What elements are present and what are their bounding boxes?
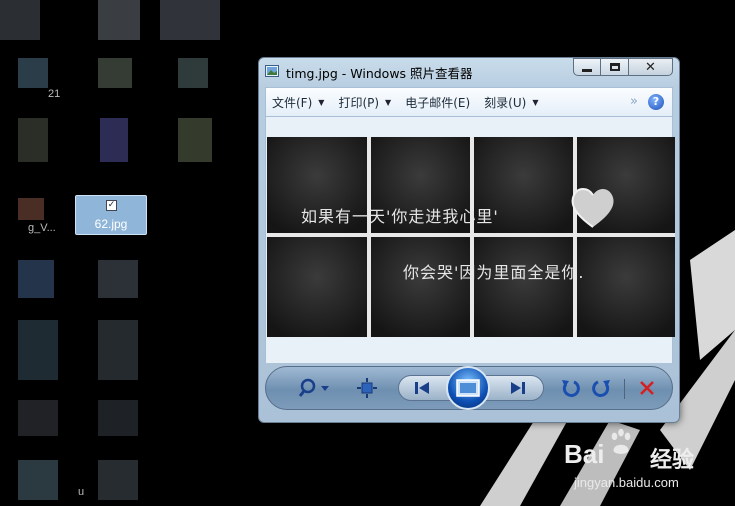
- watermark: Bai 经验 jingyan.baidu.com: [560, 425, 735, 506]
- rotate-right-button[interactable]: [588, 367, 616, 409]
- minimize-button[interactable]: [573, 58, 601, 76]
- more-menu-icon[interactable]: »: [630, 94, 638, 109]
- close-icon: ✕: [645, 59, 656, 75]
- displayed-photo: 如果有一天'你走进我心里' 你会哭'因为里面全是你.: [267, 137, 675, 337]
- desktop-icon-blur[interactable]: [18, 460, 58, 500]
- desktop-file-62-jpg[interactable]: ✓ 62.jpg: [75, 195, 147, 235]
- help-button[interactable]: ?: [648, 94, 664, 110]
- fit-window-icon: [357, 378, 377, 398]
- desktop-icon-blur[interactable]: [18, 198, 44, 220]
- menu-burn[interactable]: 刻录(U) ▼: [484, 94, 538, 111]
- zoom-button[interactable]: [294, 367, 334, 409]
- desktop-icon-blur[interactable]: [160, 0, 220, 40]
- desktop-icon-blur[interactable]: [98, 58, 132, 88]
- desktop-icon-blur[interactable]: [100, 118, 128, 162]
- caption-buttons: ✕: [573, 58, 673, 77]
- baidu-paw-icon: [611, 428, 631, 454]
- fit-window-button[interactable]: [350, 367, 384, 409]
- chevron-down-icon: ▼: [532, 97, 539, 107]
- menu-file[interactable]: 文件(F) ▼: [272, 94, 324, 111]
- heart-icon: [571, 188, 614, 228]
- rotate-right-icon: [592, 380, 610, 397]
- desktop-icon-blur[interactable]: [18, 260, 54, 298]
- photo-viewer-window[interactable]: timg.jpg - Windows 照片查看器 ✕ 文件(F) ▼ 打印(P) ▼…: [258, 57, 680, 423]
- slideshow-button[interactable]: [446, 366, 490, 410]
- image-viewport[interactable]: 如果有一天'你走进我心里' 你会哭'因为里面全是你.: [265, 117, 675, 363]
- maximize-icon: [609, 63, 620, 71]
- menu-label: 打印(P): [338, 95, 380, 110]
- rotate-left-icon: [562, 380, 580, 397]
- menu-bar: 文件(F) ▼ 打印(P) ▼ 电子邮件(E) 刻录(U) ▼ » ?: [265, 87, 673, 117]
- watermark-brand: Bai: [564, 439, 605, 469]
- desktop-icon-blur[interactable]: [178, 118, 212, 162]
- previous-button[interactable]: [406, 367, 438, 409]
- desktop-icon-blur[interactable]: [0, 0, 40, 40]
- desktop-icon-blur[interactable]: [18, 58, 48, 88]
- title-bar[interactable]: timg.jpg - Windows 照片查看器 ✕: [259, 58, 679, 84]
- menu-label: 电子邮件(E): [405, 95, 471, 110]
- minimize-icon: [582, 68, 592, 72]
- desktop-icon-blur[interactable]: [98, 460, 138, 500]
- checkbox-icon[interactable]: ✓: [106, 200, 117, 211]
- rotate-left-button[interactable]: [556, 367, 584, 409]
- chevron-down-icon: ▼: [385, 97, 392, 107]
- desktop-icon-blur[interactable]: [178, 58, 208, 88]
- photo-caption-line1: 如果有一天'你走进我心里': [301, 207, 499, 226]
- menu-label: 文件(F): [272, 95, 313, 110]
- maximize-button[interactable]: [601, 58, 629, 76]
- desktop-icon-blur[interactable]: [98, 400, 138, 436]
- watermark-brand-cn: 经验: [650, 448, 695, 473]
- zoom-icon: [298, 378, 329, 397]
- window-title: timg.jpg - Windows 照片查看器: [286, 66, 473, 81]
- photo-caption-line2: 你会哭'因为里面全是你.: [403, 263, 585, 282]
- desktop-icon-blur[interactable]: [18, 400, 58, 436]
- menu-label: 刻录(U): [484, 95, 527, 110]
- photo-viewer-icon: [265, 65, 279, 77]
- desktop-partial-label: g_V...: [28, 222, 56, 234]
- toolbar-separator: [624, 379, 625, 399]
- next-button[interactable]: [502, 367, 534, 409]
- desktop-partial-label: 21: [48, 88, 61, 100]
- previous-icon: [415, 382, 429, 394]
- delete-button[interactable]: [632, 367, 662, 409]
- next-icon: [511, 382, 525, 394]
- close-button[interactable]: ✕: [629, 58, 673, 76]
- watermark-url: jingyan.baidu.com: [574, 475, 679, 490]
- desktop-icon-blur[interactable]: [98, 260, 138, 298]
- desktop-icon-blur[interactable]: [98, 0, 140, 40]
- desktop-icon-blur[interactable]: [98, 320, 138, 380]
- slideshow-icon: [456, 379, 480, 397]
- desktop-icon-blur[interactable]: [18, 118, 48, 162]
- desktop-icons: 21 g_V... u ✓ 62.jpg: [0, 0, 240, 506]
- chevron-down-icon: ▼: [318, 97, 325, 107]
- desktop-partial-label: u: [78, 486, 85, 498]
- menu-print[interactable]: 打印(P) ▼: [338, 94, 391, 111]
- desktop-icon-blur[interactable]: [18, 320, 58, 380]
- desktop-file-label: 62.jpg: [94, 217, 128, 231]
- menu-email[interactable]: 电子邮件(E): [405, 94, 470, 111]
- delete-icon: [640, 381, 654, 395]
- navigation-bar: [265, 366, 673, 410]
